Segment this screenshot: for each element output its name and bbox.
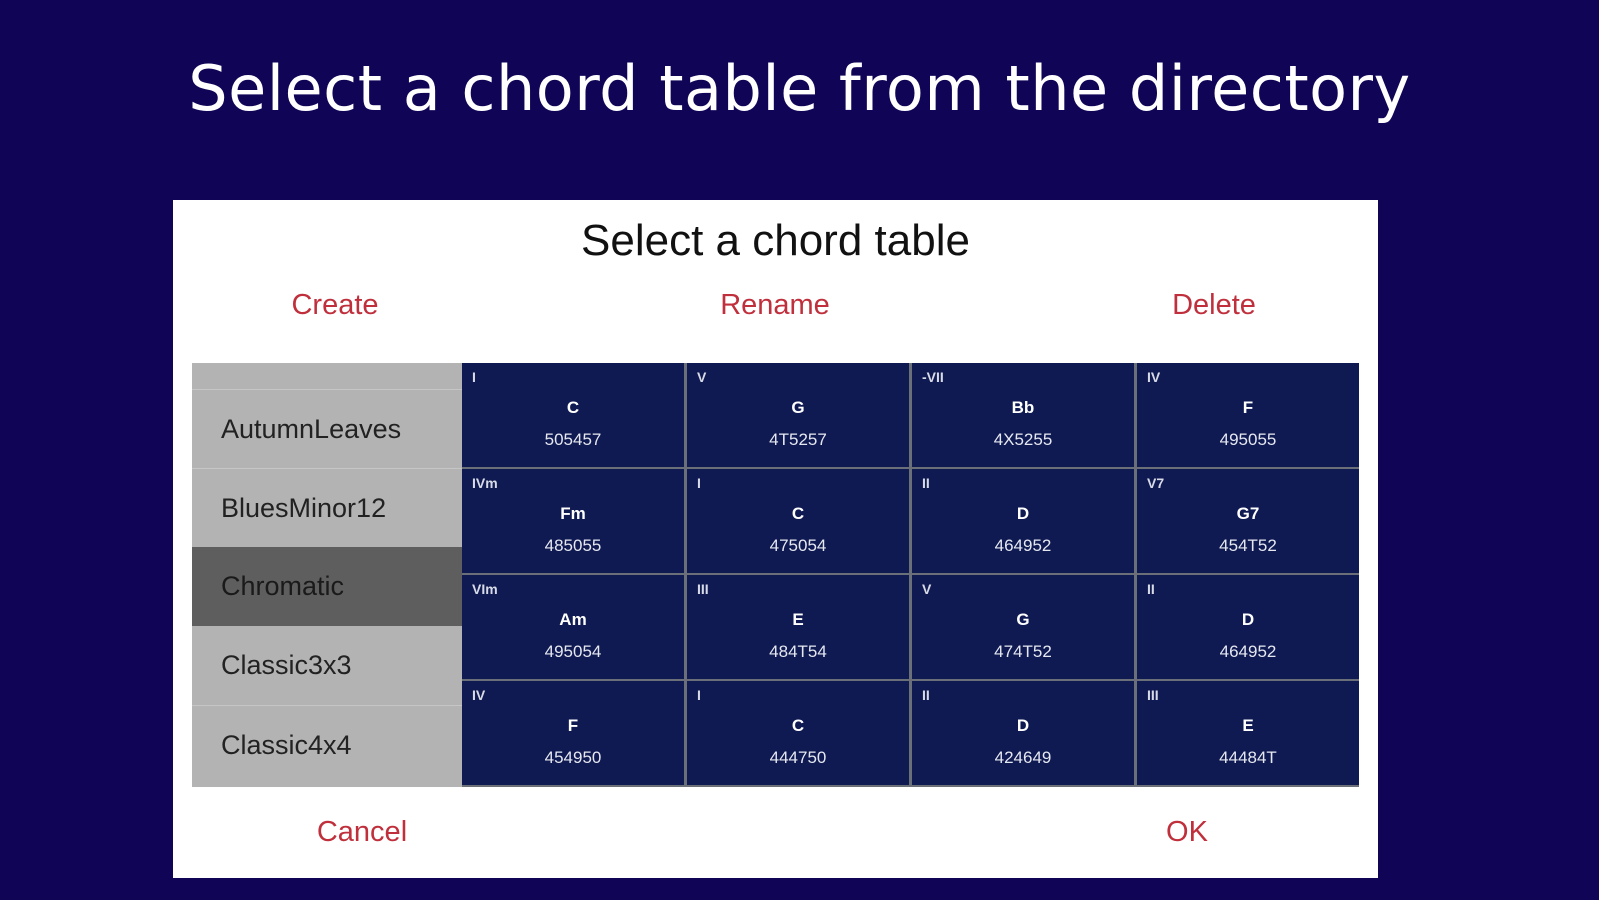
- chord-grid: I C 505457 V G 4T5257 -VII Bb 4X5255 IV …: [462, 363, 1359, 787]
- chord-name: Fm: [560, 504, 586, 523]
- chord-cell[interactable]: IVm Fm 485055: [462, 469, 684, 573]
- chord-cell[interactable]: II D 464952: [912, 469, 1134, 573]
- cancel-button[interactable]: Cancel: [317, 816, 407, 849]
- list-item-classic4x4[interactable]: Classic4x4: [192, 705, 462, 784]
- fret-pattern: 454T52: [1219, 536, 1277, 555]
- chord-name: E: [792, 610, 804, 629]
- fret-pattern: 495055: [1219, 430, 1277, 449]
- chord-name: C: [566, 398, 580, 417]
- rename-button[interactable]: Rename: [720, 289, 830, 322]
- chord-name: C: [791, 504, 805, 523]
- degree-label: VIm: [472, 581, 498, 597]
- chord-name: D: [1016, 716, 1030, 735]
- list-item-chromatic[interactable]: Chromatic: [192, 547, 462, 626]
- chord-name: Bb: [1011, 398, 1035, 417]
- chord-name: Am: [559, 610, 587, 629]
- chord-name: F: [567, 716, 579, 735]
- fret-pattern: 424649: [994, 748, 1052, 767]
- list-item-classic3x3[interactable]: Classic3x3: [192, 626, 462, 705]
- chord-cell[interactable]: V G 474T52: [912, 575, 1134, 679]
- degree-label: V7: [1147, 475, 1165, 491]
- degree-label: I: [697, 475, 701, 491]
- list-item-autumnleaves[interactable]: AutumnLeaves: [192, 389, 462, 468]
- chord-cell[interactable]: VIm Am 495054: [462, 575, 684, 679]
- fret-pattern: 485055: [544, 536, 602, 555]
- dialog-title: Select a chord table: [581, 216, 970, 265]
- chord-name: D: [1016, 504, 1030, 523]
- chord-cell[interactable]: IV F 495055: [1137, 363, 1359, 467]
- chord-cell[interactable]: III E 44484T: [1137, 681, 1359, 785]
- chord-cell[interactable]: II D 424649: [912, 681, 1134, 785]
- degree-label: I: [472, 369, 476, 385]
- chord-cell[interactable]: I C 444750: [687, 681, 909, 785]
- fret-pattern: 505457: [544, 430, 602, 449]
- chord-name: E: [1242, 716, 1254, 735]
- chord-cell[interactable]: II D 464952: [1137, 575, 1359, 679]
- degree-label: II: [922, 475, 930, 491]
- degree-label: II: [1147, 581, 1155, 597]
- chord-cell[interactable]: -VII Bb 4X5255: [912, 363, 1134, 467]
- list-item-bluesminor12[interactable]: BluesMinor12: [192, 468, 462, 547]
- chord-cell[interactable]: V G 4T5257: [687, 363, 909, 467]
- degree-label: V: [697, 369, 707, 385]
- fret-pattern: 444750: [769, 748, 827, 767]
- fret-pattern: 495054: [544, 642, 602, 661]
- degree-label: III: [1147, 687, 1159, 703]
- delete-button[interactable]: Delete: [1172, 289, 1256, 322]
- degree-label: III: [697, 581, 709, 597]
- fret-pattern: 474T52: [994, 642, 1052, 661]
- fret-pattern: 4T5257: [769, 430, 827, 449]
- chord-name: C: [791, 716, 805, 735]
- degree-label: IV: [1147, 369, 1161, 385]
- degree-label: -VII: [922, 369, 944, 385]
- fret-pattern: 475054: [769, 536, 827, 555]
- chord-cell[interactable]: I C 505457: [462, 363, 684, 467]
- chord-name: F: [1242, 398, 1254, 417]
- chord-name: G: [1016, 610, 1030, 629]
- chord-name: G7: [1236, 504, 1260, 523]
- create-button[interactable]: Create: [291, 289, 378, 322]
- fret-pattern: 44484T: [1219, 748, 1277, 767]
- chord-name: D: [1241, 610, 1255, 629]
- degree-label: II: [922, 687, 930, 703]
- fret-pattern: 454950: [544, 748, 602, 767]
- chord-name: G: [791, 398, 805, 417]
- degree-label: IVm: [472, 475, 498, 491]
- degree-label: V: [922, 581, 932, 597]
- chord-cell[interactable]: V7 G7 454T52: [1137, 469, 1359, 573]
- degree-label: I: [697, 687, 701, 703]
- page-heading: Select a chord table from the directory: [188, 52, 1411, 125]
- chord-cell[interactable]: III E 484T54: [687, 575, 909, 679]
- chord-table-list[interactable]: AutumnLeaves BluesMinor12 Chromatic Clas…: [192, 363, 462, 787]
- fret-pattern: 464952: [1219, 642, 1277, 661]
- fret-pattern: 464952: [994, 536, 1052, 555]
- chord-cell[interactable]: IV F 454950: [462, 681, 684, 785]
- ok-button[interactable]: OK: [1166, 816, 1208, 849]
- degree-label: IV: [472, 687, 486, 703]
- fret-pattern: 4X5255: [993, 430, 1053, 449]
- chord-cell[interactable]: I C 475054: [687, 469, 909, 573]
- fret-pattern: 484T54: [769, 642, 827, 661]
